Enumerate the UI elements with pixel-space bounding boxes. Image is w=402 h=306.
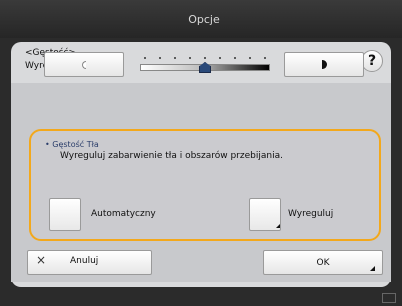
window-title: Opcje xyxy=(0,0,402,38)
adjust-label: Wyreguluj xyxy=(288,209,334,219)
ok-button[interactable]: OK xyxy=(263,250,383,275)
adjust-corner-icon xyxy=(276,224,280,228)
auto-checkbox[interactable] xyxy=(49,198,81,231)
slider-ticks xyxy=(144,57,266,61)
status-icon xyxy=(382,293,396,303)
dark-icon xyxy=(321,60,327,69)
cancel-label: Anuluj xyxy=(70,256,99,266)
density-slider[interactable] xyxy=(140,55,270,75)
light-icon xyxy=(82,60,86,69)
auto-label: Automatyczny xyxy=(91,209,156,219)
help-button[interactable]: ? xyxy=(361,50,383,72)
darker-button[interactable] xyxy=(284,52,364,77)
lighter-button[interactable] xyxy=(44,52,124,77)
ok-corner-icon xyxy=(370,266,375,271)
close-icon: × xyxy=(36,253,47,267)
background-density-title: • Gęstość Tła xyxy=(45,140,99,149)
background-density-description: Wyreguluj zabarwienie tła i obszarów prz… xyxy=(60,151,283,161)
